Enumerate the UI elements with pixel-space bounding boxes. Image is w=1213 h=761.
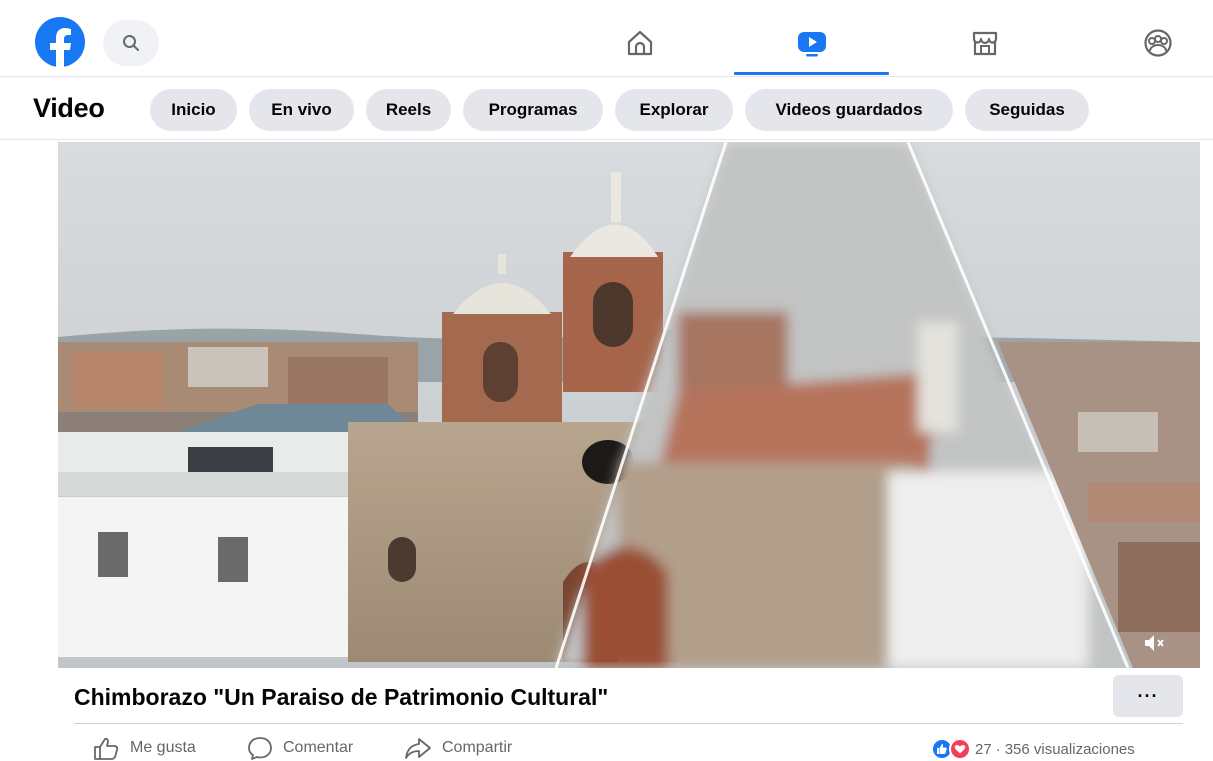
facebook-logo[interactable] bbox=[33, 17, 88, 67]
tab-programas[interactable]: Programas bbox=[463, 89, 603, 131]
reaction-count: 27 bbox=[975, 740, 992, 758]
top-navigation-bar bbox=[0, 0, 1213, 77]
share-icon bbox=[405, 738, 431, 759]
nav-groups-tab[interactable] bbox=[1080, 20, 1213, 77]
like-label: Me gusta bbox=[130, 739, 196, 756]
post-title: Chimborazo "Un Paraiso de Patrimonio Cul… bbox=[74, 684, 609, 710]
love-reaction-icon bbox=[949, 738, 971, 760]
video-player[interactable] bbox=[58, 142, 1200, 668]
groups-icon bbox=[1143, 29, 1172, 57]
home-icon bbox=[627, 30, 652, 56]
marketplace-icon bbox=[972, 31, 997, 56]
nav-watch-tab[interactable] bbox=[734, 20, 889, 77]
tab-explorar[interactable]: Explorar bbox=[615, 89, 733, 131]
share-button[interactable]: Compartir bbox=[404, 735, 512, 761]
volume-muted-icon bbox=[1145, 635, 1164, 651]
share-label: Compartir bbox=[442, 739, 513, 756]
thumbs-up-icon bbox=[94, 737, 119, 760]
comment-label: Comentar bbox=[283, 739, 354, 756]
mute-button[interactable] bbox=[1140, 630, 1170, 656]
tab-seguidas[interactable]: Seguidas bbox=[965, 89, 1089, 131]
video-frame bbox=[58, 142, 1200, 668]
views-count: 356 visualizaciones bbox=[1004, 740, 1135, 758]
like-button[interactable]: Me gusta bbox=[92, 735, 196, 761]
nav-home-tab[interactable] bbox=[562, 20, 717, 77]
search-icon bbox=[123, 35, 139, 51]
tab-videos-guardados[interactable]: Videos guardados bbox=[745, 89, 953, 131]
watch-icon bbox=[797, 32, 826, 57]
comment-icon bbox=[248, 737, 272, 760]
separator-dot: · bbox=[995, 740, 1001, 758]
divider bbox=[74, 723, 1183, 724]
search-button[interactable] bbox=[103, 20, 159, 66]
more-options-button[interactable]: ··· bbox=[1113, 675, 1183, 717]
tab-en-vivo[interactable]: En vivo bbox=[249, 89, 354, 131]
comment-button[interactable]: Comentar bbox=[247, 735, 353, 761]
nav-marketplace-tab[interactable] bbox=[907, 20, 1062, 77]
page-title: Video bbox=[33, 93, 105, 123]
tab-inicio[interactable]: Inicio bbox=[150, 89, 237, 131]
tab-reels[interactable]: Reels bbox=[366, 89, 451, 131]
reactions-summary[interactable]: 27 · 356 visualizaciones bbox=[931, 738, 1135, 760]
